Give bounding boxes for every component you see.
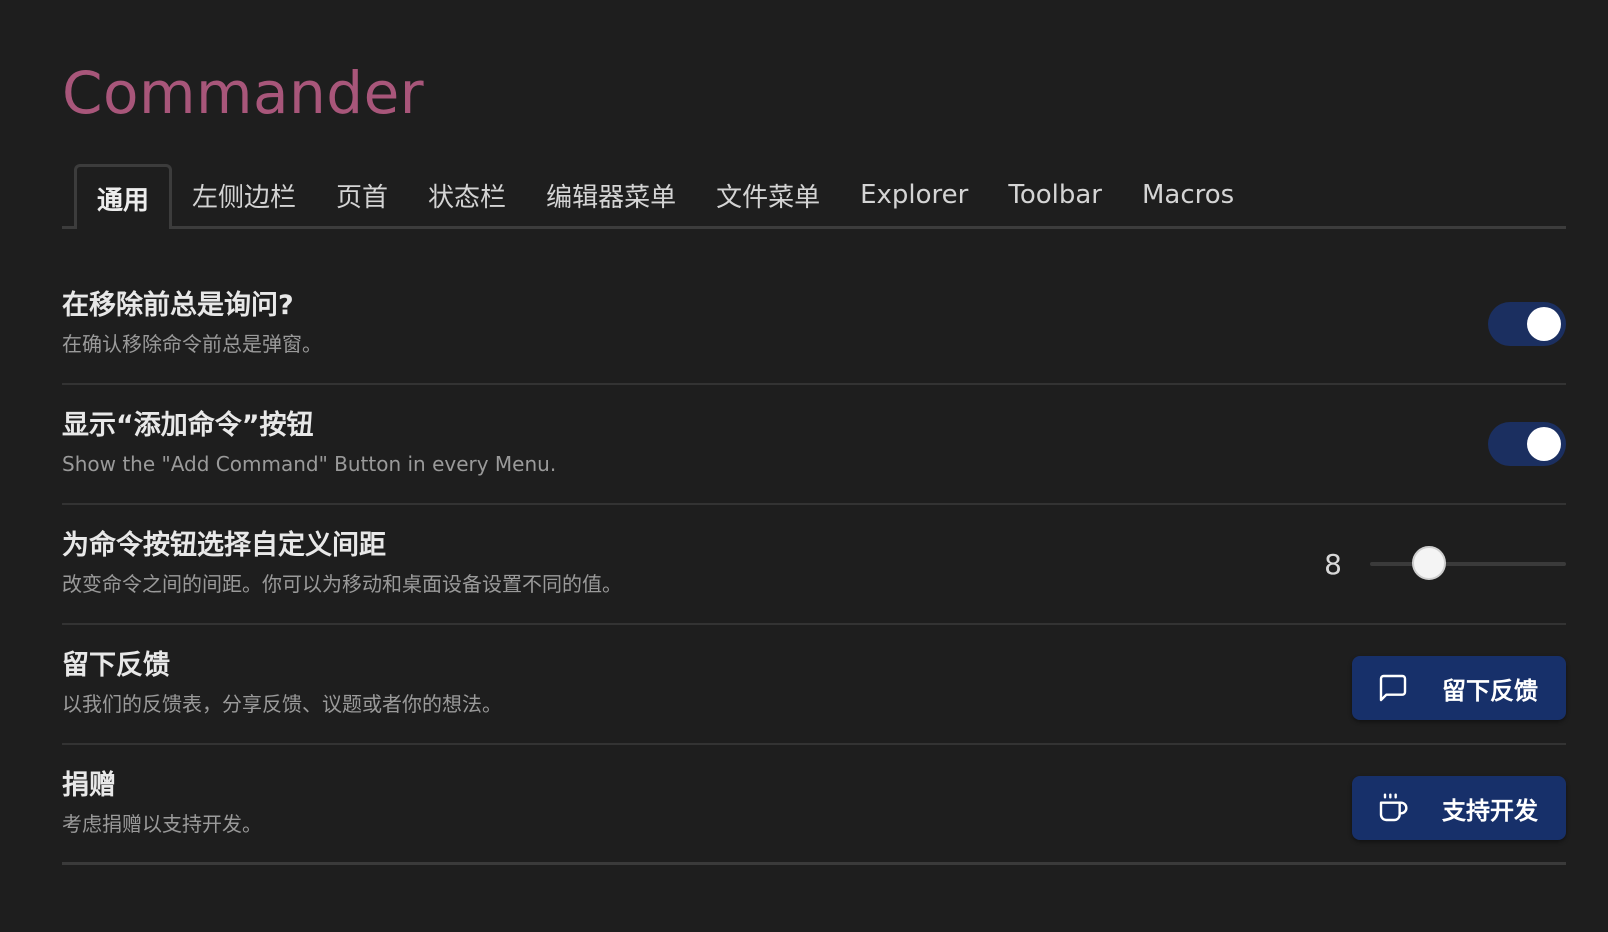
tab-page-header[interactable]: 页首 — [316, 164, 408, 226]
setting-description: 以我们的反馈表，分享反馈、议题或者你的想法。 — [62, 692, 502, 716]
tab-explorer[interactable]: Explorer — [840, 164, 988, 226]
setting-info: 显示“添加命令”按钮 Show the "Add Command" Button… — [62, 407, 556, 479]
slider-value: 8 — [1324, 547, 1342, 581]
toggle-knob — [1527, 307, 1561, 341]
tab-bar: 通用 左侧边栏 页首 状态栏 编辑器菜单 文件菜单 Explorer Toolb… — [62, 158, 1566, 229]
setting-control: 8 — [1324, 505, 1566, 623]
button-label: 留下反馈 — [1442, 676, 1538, 705]
setting-description: 在确认移除命令前总是弹窗。 — [62, 332, 322, 356]
tab-file-menu[interactable]: 文件菜单 — [696, 164, 840, 226]
tab-editor-menu[interactable]: 编辑器菜单 — [526, 164, 696, 226]
message-square-icon — [1376, 671, 1410, 705]
setting-description: 考虑捐赠以支持开发。 — [62, 812, 262, 836]
spacing-slider[interactable] — [1370, 546, 1566, 580]
setting-control — [1488, 385, 1566, 503]
setting-name: 为命令按钮选择自定义间距 — [62, 530, 386, 561]
leave-feedback-button[interactable]: 留下反馈 — [1352, 656, 1566, 720]
settings-list: 在移除前总是询问? 在确认移除命令前总是弹窗。 显示“添加命令”按钮 Show … — [62, 265, 1566, 865]
setting-control: 留下反馈 — [1352, 629, 1566, 747]
tab-general[interactable]: 通用 — [74, 164, 173, 229]
tab-status-bar[interactable]: 状态栏 — [408, 164, 526, 226]
setting-info: 在移除前总是询问? 在确认移除命令前总是弹窗。 — [62, 287, 322, 359]
setting-confirm-remove: 在移除前总是询问? 在确认移除命令前总是弹窗。 — [62, 265, 1566, 385]
support-development-button[interactable]: 支持开发 — [1352, 776, 1566, 840]
setting-info: 为命令按钮选择自定义间距 改变命令之间的间距。你可以为移动和桌面设备设置不同的值… — [62, 527, 622, 599]
tab-toolbar[interactable]: Toolbar — [988, 164, 1122, 226]
setting-feedback: 留下反馈 以我们的反馈表，分享反馈、议题或者你的想法。 留下反馈 — [62, 625, 1566, 745]
settings-panel: Commander 通用 左侧边栏 页首 状态栏 编辑器菜单 文件菜单 Expl… — [62, 0, 1566, 865]
tab-left-ribbon[interactable]: 左侧边栏 — [172, 164, 316, 226]
slider-thumb[interactable] — [1411, 546, 1446, 580]
setting-control: 支持开发 — [1352, 749, 1566, 867]
setting-show-add-command: 显示“添加命令”按钮 Show the "Add Command" Button… — [62, 385, 1566, 505]
coffee-icon — [1376, 791, 1410, 825]
page-title: Commander — [62, 59, 425, 127]
setting-info: 捐赠 考虑捐赠以支持开发。 — [62, 767, 262, 839]
setting-name: 留下反馈 — [62, 650, 170, 681]
toggle-knob — [1527, 427, 1561, 461]
confirm-remove-toggle[interactable] — [1488, 302, 1566, 346]
setting-donate: 捐赠 考虑捐赠以支持开发。 支持开发 — [62, 745, 1566, 865]
setting-name: 在移除前总是询问? — [62, 290, 294, 321]
setting-spacing: 为命令按钮选择自定义间距 改变命令之间的间距。你可以为移动和桌面设备设置不同的值… — [62, 505, 1566, 625]
tab-macros[interactable]: Macros — [1122, 164, 1254, 226]
setting-description: Show the "Add Command" Button in every M… — [62, 452, 557, 476]
show-add-command-toggle[interactable] — [1488, 422, 1566, 466]
setting-control — [1488, 265, 1566, 383]
setting-name: 捐赠 — [62, 770, 116, 801]
button-label: 支持开发 — [1442, 796, 1538, 825]
setting-info: 留下反馈 以我们的反馈表，分享反馈、议题或者你的想法。 — [62, 647, 502, 719]
setting-name: 显示“添加命令”按钮 — [62, 410, 314, 441]
setting-description: 改变命令之间的间距。你可以为移动和桌面设备设置不同的值。 — [62, 572, 622, 596]
